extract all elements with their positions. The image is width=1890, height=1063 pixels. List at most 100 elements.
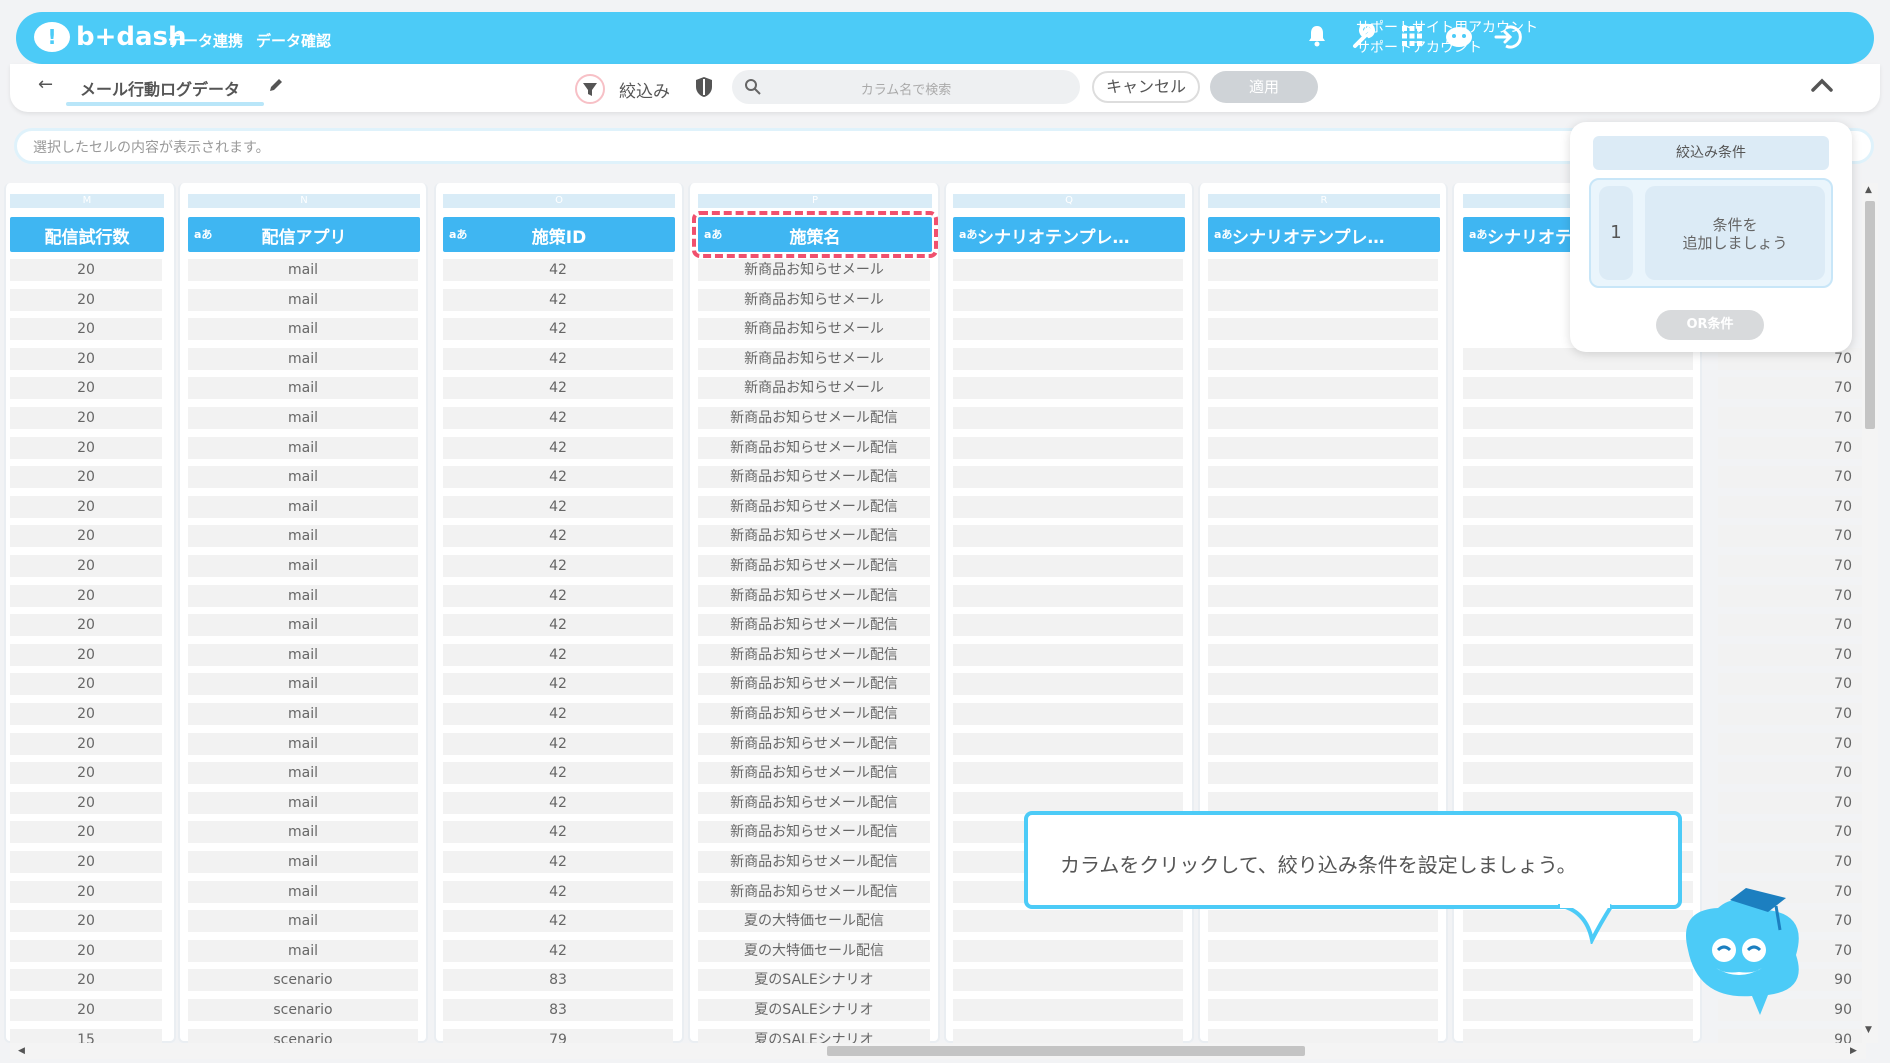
table-cell-empty[interactable] (1208, 614, 1438, 637)
table-cell-empty[interactable] (1463, 377, 1693, 400)
table-cell[interactable]: 42 (443, 525, 673, 548)
table-cell-empty[interactable] (1208, 732, 1438, 755)
table-cell[interactable]: 20 (10, 555, 162, 577)
table-cell[interactable]: 新商品お知らせメール配信 (698, 584, 930, 607)
bdash-logo[interactable]: ! b+dash (34, 22, 187, 52)
column-header[interactable]: 配信試行数 (10, 217, 164, 252)
table-cell-empty[interactable] (953, 525, 1183, 548)
table-cell-empty[interactable] (1208, 318, 1438, 341)
table-cell-empty[interactable] (953, 703, 1183, 725)
table-cell[interactable]: mail (188, 821, 418, 844)
table-cell[interactable]: 20 (10, 732, 162, 755)
table-cell-empty[interactable] (1208, 377, 1438, 400)
table-cell-empty[interactable] (1463, 673, 1693, 696)
table-cell-empty[interactable] (953, 614, 1183, 637)
wrench-icon[interactable] (1349, 22, 1379, 54)
table-cell[interactable]: 42 (443, 288, 673, 311)
table-cell[interactable]: mail (188, 288, 418, 311)
table-cell[interactable]: 20 (10, 673, 162, 696)
table-cell-empty[interactable] (1208, 703, 1438, 725)
table-cell-empty[interactable] (953, 999, 1183, 1021)
table-cell[interactable]: 新商品お知らせメール配信 (698, 791, 930, 814)
table-cell-empty[interactable] (1463, 703, 1693, 725)
table-cell-empty[interactable] (953, 969, 1183, 992)
table-cell[interactable]: 70 (1718, 673, 1864, 696)
table-cell[interactable]: 20 (10, 259, 162, 281)
table-cell[interactable]: 20 (10, 407, 162, 429)
table-cell-empty[interactable] (1208, 673, 1438, 696)
add-condition-button[interactable]: 条件を 追加しましょう (1645, 186, 1825, 280)
table-cell[interactable]: 70 (1718, 495, 1864, 518)
table-cell[interactable]: 20 (10, 703, 162, 725)
table-cell-empty[interactable] (1208, 762, 1438, 785)
table-cell-empty[interactable] (953, 910, 1183, 933)
table-cell[interactable]: 20 (10, 762, 162, 785)
edit-pencil-icon[interactable] (267, 76, 285, 98)
table-cell[interactable]: 新商品お知らせメール配信 (698, 732, 930, 755)
table-cell[interactable]: 20 (10, 880, 162, 903)
table-cell-empty[interactable] (1208, 436, 1438, 459)
table-cell[interactable]: mail (188, 436, 418, 459)
table-cell[interactable]: 42 (443, 939, 673, 962)
table-cell[interactable]: 42 (443, 555, 673, 577)
table-cell[interactable]: 20 (10, 821, 162, 844)
table-cell[interactable]: 42 (443, 851, 673, 873)
table-cell[interactable]: scenario (188, 969, 418, 992)
table-cell-empty[interactable] (953, 466, 1183, 489)
table-cell-empty[interactable] (1463, 999, 1693, 1021)
table-cell-empty[interactable] (1208, 584, 1438, 607)
table-cell[interactable]: 70 (1718, 643, 1864, 666)
table-cell-empty[interactable] (1208, 969, 1438, 992)
table-cell[interactable]: mail (188, 643, 418, 666)
table-cell[interactable]: mail (188, 703, 418, 725)
table-cell[interactable]: 20 (10, 288, 162, 311)
table-cell[interactable]: mail (188, 525, 418, 548)
table-cell[interactable]: 42 (443, 614, 673, 637)
scroll-down-icon[interactable]: ▼ (1865, 1025, 1872, 1035)
table-cell[interactable]: 70 (1718, 525, 1864, 548)
table-cell[interactable]: 新商品お知らせメール (698, 288, 930, 311)
table-cell[interactable]: 42 (443, 673, 673, 696)
table-cell-empty[interactable] (953, 318, 1183, 341)
table-cell[interactable]: 夏の大特価セール配信 (698, 910, 930, 933)
table-cell-empty[interactable] (1208, 939, 1438, 962)
table-cell[interactable]: mail (188, 377, 418, 400)
column-search-input[interactable]: カラム名で検索 (732, 70, 1080, 104)
table-cell-empty[interactable] (1208, 643, 1438, 666)
table-cell[interactable]: 42 (443, 821, 673, 844)
table-cell-empty[interactable] (953, 939, 1183, 962)
nav-data-check[interactable]: データ確認 (256, 30, 331, 51)
table-cell-empty[interactable] (1208, 407, 1438, 429)
table-cell[interactable]: 新商品お知らせメール配信 (698, 614, 930, 637)
table-cell[interactable]: 20 (10, 466, 162, 489)
horizontal-scrollbar[interactable]: ◀ ▶ (10, 1043, 1866, 1059)
column-header[interactable]: aあ 配信アプリ (188, 217, 420, 252)
cancel-button[interactable]: キャンセル (1092, 71, 1200, 103)
column-header[interactable]: aあ シナリオテンプレ… (1208, 217, 1440, 252)
table-cell-empty[interactable] (953, 259, 1183, 281)
table-cell-empty[interactable] (1208, 999, 1438, 1021)
table-cell-empty[interactable] (953, 377, 1183, 400)
table-cell[interactable]: 70 (1718, 584, 1864, 607)
vertical-scrollbar[interactable]: ▲ ▼ (1862, 183, 1878, 1043)
table-cell[interactable]: 83 (443, 999, 673, 1021)
table-cell[interactable]: 新商品お知らせメール配信 (698, 762, 930, 785)
table-cell[interactable]: 20 (10, 495, 162, 518)
table-cell[interactable]: 70 (1718, 821, 1864, 844)
scroll-left-icon[interactable]: ◀ (18, 1046, 25, 1056)
scroll-right-icon[interactable]: ▶ (1850, 1046, 1857, 1056)
table-cell-empty[interactable] (953, 762, 1183, 785)
table-cell[interactable]: 20 (10, 791, 162, 814)
table-cell[interactable]: 20 (10, 614, 162, 637)
table-cell-empty[interactable] (953, 436, 1183, 459)
table-cell[interactable]: 新商品お知らせメール配信 (698, 466, 930, 489)
table-cell-empty[interactable] (1463, 584, 1693, 607)
table-cell[interactable]: 42 (443, 318, 673, 341)
table-cell[interactable]: 42 (443, 407, 673, 429)
table-cell[interactable]: 42 (443, 762, 673, 785)
column-shield-icon[interactable] (694, 76, 714, 102)
table-cell-empty[interactable] (1208, 347, 1438, 370)
table-cell[interactable]: 70 (1718, 732, 1864, 755)
table-cell[interactable]: 新商品お知らせメール (698, 259, 930, 281)
table-cell[interactable]: 新商品お知らせメール配信 (698, 643, 930, 666)
